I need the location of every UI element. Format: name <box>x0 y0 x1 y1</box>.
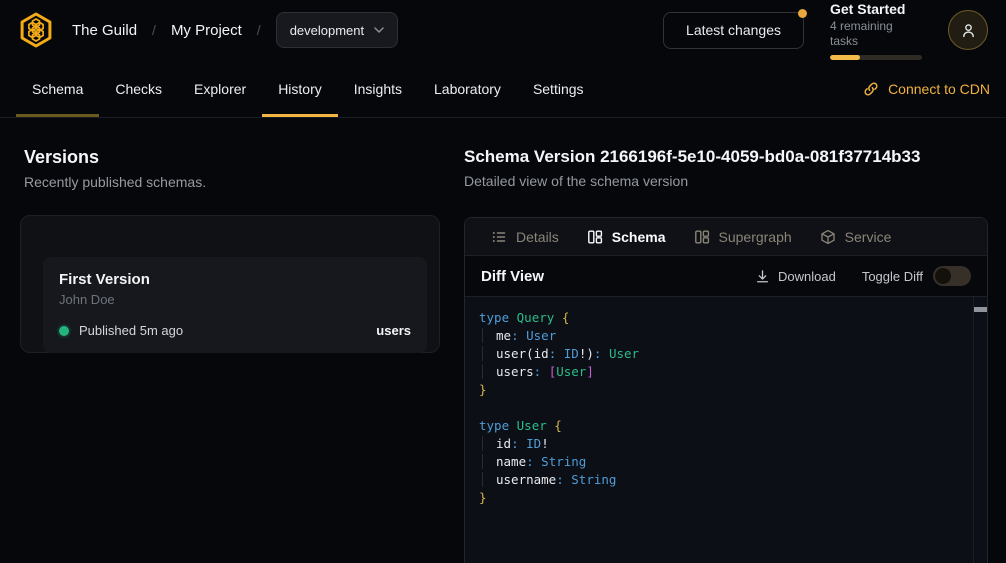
nav-tab-schema[interactable]: Schema <box>16 60 99 117</box>
versions-panel: Versions Recently published schemas. Fir… <box>20 146 440 563</box>
schema-version-panel: Schema Version 2166196f-5e10-4059-bd0a-0… <box>464 146 988 563</box>
primary-nav-tabs: SchemaChecksExplorerHistoryInsightsLabor… <box>16 60 600 117</box>
target-select-dropdown[interactable]: development <box>276 12 398 48</box>
toggle-knob <box>935 268 951 284</box>
cube-icon <box>820 229 836 245</box>
get-started-title: Get Started <box>830 1 922 18</box>
target-select-value: development <box>290 23 364 38</box>
notification-dot <box>798 9 807 18</box>
primary-nav: SchemaChecksExplorerHistoryInsightsLabor… <box>0 60 1006 118</box>
app-header: The Guild / My Project / development Lat… <box>0 0 1006 60</box>
get-started-widget[interactable]: Get Started 4 remaining tasks <box>830 1 922 60</box>
schema-sdl-code: type Query {me: Useruser(id: ID!): Useru… <box>465 297 987 519</box>
nav-tab-history[interactable]: History <box>262 60 338 117</box>
version-name: First Version <box>59 270 411 289</box>
version-tab-label: Service <box>845 229 892 245</box>
columns-icon <box>587 229 603 245</box>
main-content: Versions Recently published schemas. Fir… <box>0 118 1006 563</box>
connect-to-cdn-link[interactable]: Connect to CDN <box>863 60 990 117</box>
link-icon <box>863 81 879 97</box>
schema-code-viewer[interactable]: type Query {me: Useruser(id: ID!): Useru… <box>465 297 987 563</box>
user-avatar[interactable] <box>948 10 988 50</box>
download-button[interactable]: Download <box>755 269 836 284</box>
toggle-diff-switch[interactable] <box>933 266 971 286</box>
version-tab-label: Supergraph <box>719 229 792 245</box>
project-breadcrumb[interactable]: My Project <box>171 22 242 39</box>
version-status-row: Published 5m ago users <box>59 323 411 338</box>
get-started-progress-track <box>830 55 922 60</box>
download-icon <box>755 269 770 284</box>
org-breadcrumb[interactable]: The Guild <box>72 22 137 39</box>
breadcrumb-separator: / <box>152 22 156 38</box>
toggle-diff-control: Toggle Diff <box>862 266 971 286</box>
version-tab-service[interactable]: Service <box>806 218 906 255</box>
chevron-down-icon <box>374 27 384 33</box>
version-author: John Doe <box>59 292 411 308</box>
version-tab-label: Details <box>516 229 559 245</box>
diff-view-toolbar: Diff View Download Toggle Diff <box>465 255 987 297</box>
nav-tab-explorer[interactable]: Explorer <box>178 60 262 117</box>
schema-version-box: Details Schema Supergraph Service Diff View… <box>464 217 988 563</box>
code-scrollbar-thumb[interactable] <box>974 307 987 312</box>
versions-card: First Version John Doe Published 5m ago … <box>20 215 440 353</box>
list-icon <box>491 229 507 245</box>
get-started-subtitle: 4 remaining tasks <box>830 19 922 49</box>
versions-title: Versions <box>20 146 440 168</box>
nav-tab-laboratory[interactable]: Laboratory <box>418 60 517 117</box>
version-status-text: Published 5m ago <box>79 323 183 338</box>
schema-version-title: Schema Version 2166196f-5e10-4059-bd0a-0… <box>464 146 988 167</box>
diff-view-title: Diff View <box>481 268 544 285</box>
code-scrollbar[interactable] <box>973 297 987 563</box>
published-status-dot <box>59 326 69 336</box>
toggle-diff-label: Toggle Diff <box>862 269 923 284</box>
version-tab-supergraph[interactable]: Supergraph <box>680 218 806 255</box>
columns-icon <box>694 229 710 245</box>
latest-changes-button[interactable]: Latest changes <box>663 12 804 49</box>
nav-tab-checks[interactable]: Checks <box>99 60 178 117</box>
schema-version-tabs: Details Schema Supergraph Service <box>465 218 987 255</box>
hive-logo-icon[interactable] <box>16 10 56 50</box>
breadcrumb-separator: / <box>257 22 261 38</box>
download-label: Download <box>778 269 836 284</box>
diff-actions: Download Toggle Diff <box>755 266 971 286</box>
version-tab-details[interactable]: Details <box>477 218 573 255</box>
person-icon <box>960 22 977 39</box>
version-service-badge: users <box>376 323 411 338</box>
schema-version-subtitle: Detailed view of the schema version <box>464 173 988 190</box>
connect-to-cdn-label: Connect to CDN <box>888 81 990 97</box>
latest-changes-label: Latest changes <box>686 22 781 38</box>
header-right-cluster: Latest changes Get Started 4 remaining t… <box>663 1 988 60</box>
nav-tab-settings[interactable]: Settings <box>517 60 600 117</box>
version-tab-label: Schema <box>612 229 666 245</box>
version-list-item[interactable]: First Version John Doe Published 5m ago … <box>43 257 427 353</box>
nav-tab-insights[interactable]: Insights <box>338 60 418 117</box>
get-started-progress-fill <box>830 55 860 60</box>
version-tab-schema[interactable]: Schema <box>573 218 680 255</box>
versions-subtitle: Recently published schemas. <box>20 174 440 191</box>
